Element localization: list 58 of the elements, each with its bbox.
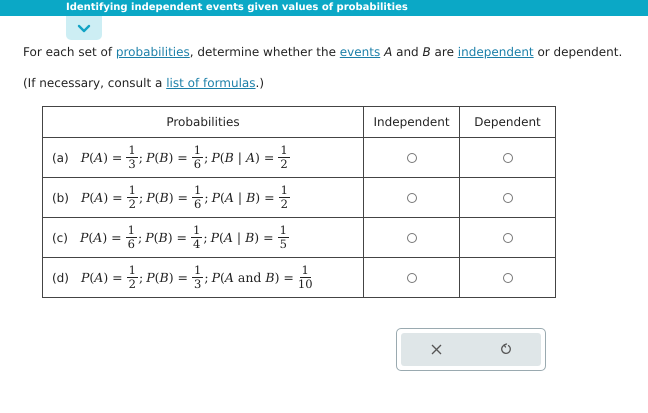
fraction: 1 6 xyxy=(126,224,137,251)
dependent-radio[interactable] xyxy=(502,233,512,244)
probability-expression: P(A) = xyxy=(80,150,122,165)
instruction-text: (If necessary, consult a list of formulas.) xyxy=(23,75,264,92)
dependent-radio[interactable] xyxy=(502,273,512,284)
fraction: 1 10 xyxy=(298,264,313,291)
row-label: (c) xyxy=(52,230,68,244)
page-title: Identifying independent events given values of probabilities xyxy=(66,3,408,13)
probability-expression: P(A) = xyxy=(80,190,123,205)
probability-expression: P(A | B) = xyxy=(210,230,274,245)
separator: ; xyxy=(204,190,209,205)
fraction: 1 2 xyxy=(278,144,290,171)
separator: ; xyxy=(138,270,144,285)
probability-expression: P(A and B) = xyxy=(212,270,294,285)
fraction: 1 2 xyxy=(126,264,138,291)
probability-expression: P(A) = xyxy=(80,270,123,285)
independent-radio[interactable] xyxy=(406,233,416,244)
row-label: (b) xyxy=(52,190,69,204)
column-header: Independent xyxy=(373,115,450,129)
independent-radio[interactable] xyxy=(406,193,416,204)
fraction: 1 2 xyxy=(126,184,138,211)
fraction: 1 3 xyxy=(126,144,138,171)
probability-expression: P(B) = xyxy=(146,150,188,165)
glossary-link[interactable]: independent xyxy=(458,45,534,59)
undo-icon xyxy=(500,343,512,356)
probability-expression: P(B) = xyxy=(146,270,188,285)
dependent-radio[interactable] xyxy=(502,153,512,164)
probability-expression: P(A | B) = xyxy=(212,190,275,205)
separator: ; xyxy=(204,150,208,165)
fraction: 1 5 xyxy=(278,224,289,251)
collapse-toggle[interactable] xyxy=(66,16,102,40)
independent-radio[interactable] xyxy=(406,273,416,284)
separator: ; xyxy=(138,150,143,165)
dependent-radio[interactable] xyxy=(502,193,512,204)
separator: ; xyxy=(203,230,208,245)
fraction: 1 6 xyxy=(192,144,204,171)
fraction: 1 2 xyxy=(278,184,290,211)
probability-expression: P(B) = xyxy=(145,230,188,245)
fraction: 1 3 xyxy=(192,264,204,291)
glossary-link[interactable]: probabilities xyxy=(116,45,190,59)
close-icon xyxy=(430,344,442,355)
fraction: 1 4 xyxy=(191,224,202,251)
independent-radio[interactable] xyxy=(406,153,416,164)
separator: ; xyxy=(204,270,209,285)
separator: ; xyxy=(138,190,144,205)
glossary-link[interactable]: events xyxy=(340,45,380,59)
glossary-link[interactable]: list of formulas xyxy=(166,76,256,90)
column-header: Probabilities xyxy=(166,115,240,129)
separator: ; xyxy=(138,230,142,245)
probability-expression: P(B) = xyxy=(146,190,188,205)
instruction-text: For each set of probabilities, determine whether the events A and B are independent or dependent. xyxy=(23,44,622,61)
fraction: 1 6 xyxy=(192,184,204,211)
probability-expression: P(B | A) = xyxy=(211,150,274,165)
chevron-down-icon xyxy=(77,24,91,32)
row-label: (a) xyxy=(52,150,69,164)
probability-expression: P(A) = xyxy=(80,230,122,245)
row-label: (d) xyxy=(52,270,69,284)
column-header: Dependent xyxy=(474,115,541,129)
